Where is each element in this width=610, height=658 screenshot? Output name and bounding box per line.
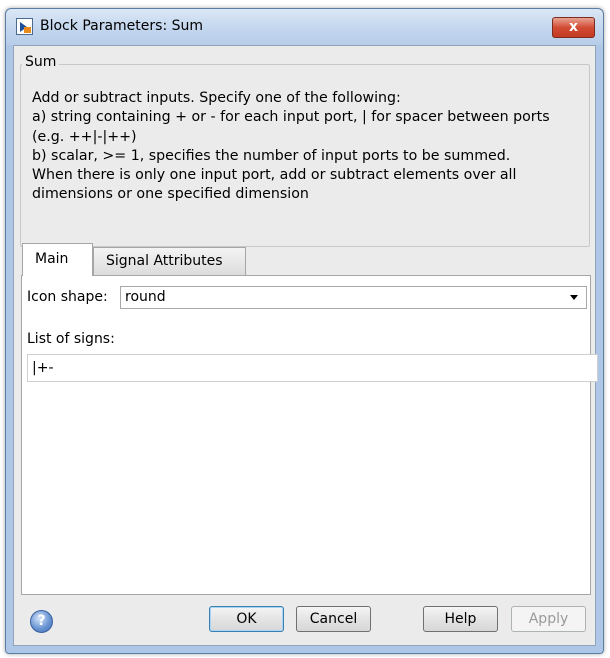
description-line: Add or subtract inputs. Specify one of t… [32, 90, 401, 106]
description-line: a) string containing + or - for each inp… [32, 109, 550, 126]
group-title: Sum [22, 54, 60, 70]
description-line: b) scalar, >= 1, specifies the number of… [32, 147, 511, 164]
icon-shape-value: round [125, 289, 166, 305]
close-button[interactable]: x [552, 17, 595, 38]
description-line: dimensions or one specified dimension [32, 186, 309, 203]
icon-shape-label: Icon shape: [27, 289, 108, 305]
list-of-signs-input[interactable]: |+- [27, 354, 598, 382]
ok-button[interactable]: OK [209, 606, 284, 632]
icon-shape-dropdown[interactable]: round [120, 286, 587, 309]
dialog-body: Sum Add or subtract inputs. Specify one … [13, 45, 598, 646]
question-icon[interactable]: ? [30, 610, 53, 633]
description-line: When there is only one input port, add o… [32, 167, 517, 184]
dialog-window: Block Parameters: Sum x Sum Add or subtr… [5, 8, 604, 654]
tab-signal-attributes[interactable]: Signal Attributes [93, 247, 246, 275]
window-title: Block Parameters: Sum [40, 18, 204, 34]
tab-main[interactable]: Main [22, 243, 93, 276]
apply-button[interactable]: Apply [511, 606, 586, 632]
help-button[interactable]: Help [423, 606, 498, 632]
description-line: (e.g. ++|-|++) [32, 128, 137, 145]
list-of-signs-label: List of signs: [27, 331, 115, 347]
cancel-button[interactable]: Cancel [296, 606, 371, 632]
title-bar: Block Parameters: Sum x [6, 9, 603, 45]
close-icon: x [568, 19, 579, 35]
simulink-block-icon [16, 18, 33, 35]
block-description: Add or subtract inputs. Specify one of t… [32, 89, 592, 205]
chevron-down-icon [570, 295, 578, 300]
main-tab-panel: Icon shape: round List of signs: |+- [21, 275, 598, 595]
